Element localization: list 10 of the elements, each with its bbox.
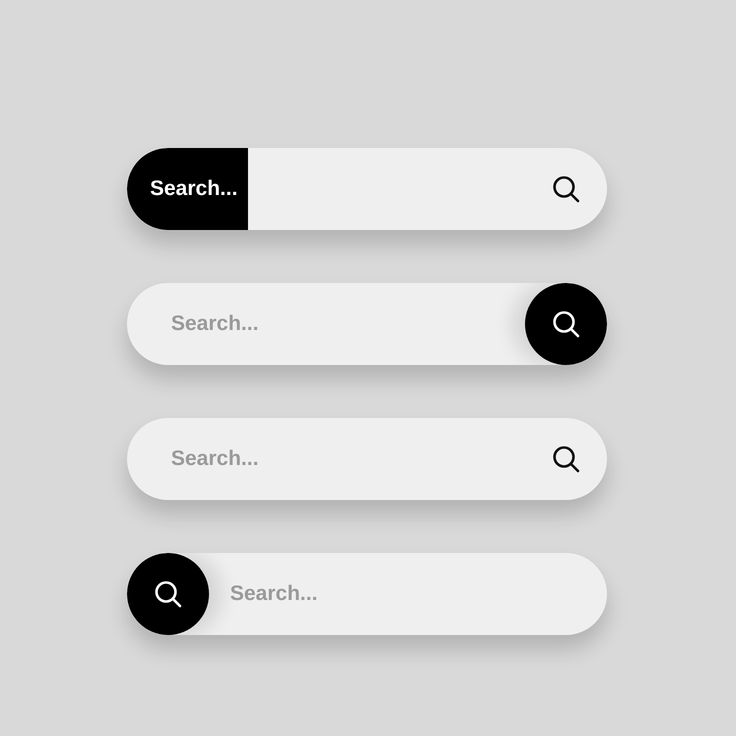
input-field[interactable]: Search... <box>127 283 525 365</box>
search-icon <box>551 309 581 339</box>
search-icon <box>153 579 183 609</box>
search-field[interactable]: Search... <box>127 148 607 230</box>
search-icon <box>551 444 581 474</box>
search-icon <box>551 174 581 204</box>
search-field[interactable]: Search... <box>127 553 607 635</box>
search-field[interactable]: Search... <box>127 283 607 365</box>
search-label: Search... <box>127 148 248 230</box>
input-field[interactable]: Search... <box>209 553 607 635</box>
